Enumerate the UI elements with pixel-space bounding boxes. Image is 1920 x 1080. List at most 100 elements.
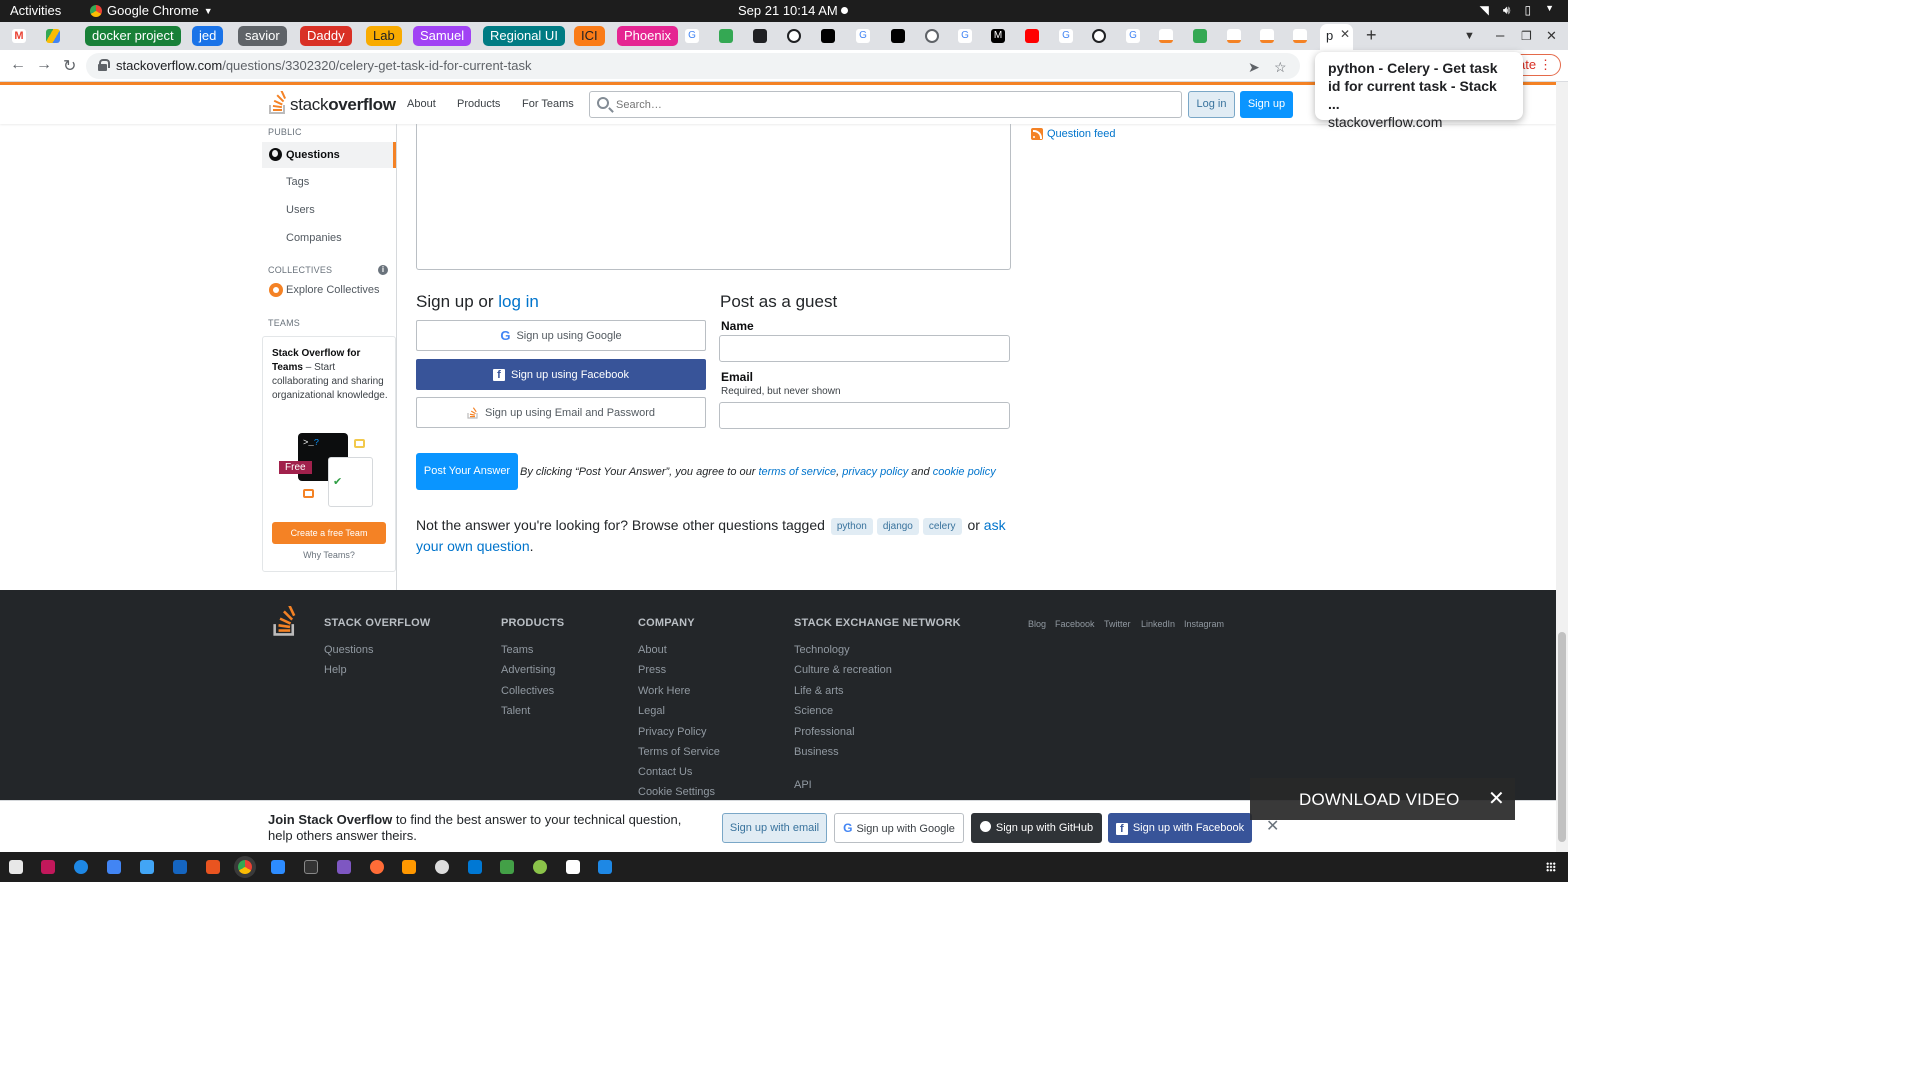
system-tray[interactable]: ◥ 🔊︎ ▯ ▼	[1480, 3, 1554, 18]
reload-icon[interactable]: ↻	[63, 56, 76, 76]
footer-link[interactable]: Privacy Policy	[638, 726, 706, 738]
url-text[interactable]: stackoverflow.com/questions/3302320/cele…	[116, 58, 531, 73]
signup-facebook-banner-button[interactable]: f Sign up with Facebook	[1108, 813, 1252, 843]
spreadsheet-icon[interactable]	[500, 860, 514, 874]
guest-email-input[interactable]	[719, 402, 1010, 429]
footer-social-facebook[interactable]: Facebook	[1055, 619, 1095, 629]
tab-group-ici[interactable]: ICI	[574, 26, 605, 46]
activities-button[interactable]: Activities	[10, 3, 61, 18]
sublime-icon[interactable]	[402, 860, 416, 874]
youtube-favicon[interactable]	[1025, 29, 1039, 43]
create-free-team-button[interactable]: Create a free Team	[272, 522, 386, 544]
footer-link[interactable]: Life & arts	[794, 685, 844, 697]
close-icon[interactable]: ✕	[1488, 786, 1505, 811]
tag-django[interactable]: django	[876, 518, 919, 535]
footer-link[interactable]: Work Here	[638, 685, 690, 697]
text-editor-icon[interactable]	[140, 860, 154, 874]
address-bar[interactable]: stackoverflow.com/questions/3302320/cele…	[86, 53, 1300, 79]
footer-link[interactable]: Collectives	[501, 685, 554, 697]
signup-email-banner-button[interactable]: Sign up with email	[722, 813, 827, 843]
zoom-icon[interactable]	[271, 860, 285, 874]
scrollbar-thumb[interactable]	[1558, 632, 1566, 842]
footer-social-twitter[interactable]: Twitter	[1104, 619, 1131, 629]
footer-link[interactable]: Talent	[501, 705, 530, 717]
gmail-favicon[interactable]: M	[12, 29, 26, 43]
signup-button[interactable]: Sign up	[1240, 91, 1293, 118]
signup-google-button[interactable]: G Sign up using Google	[416, 320, 706, 351]
signup-github-banner-button[interactable]: Sign up with GitHub	[971, 813, 1102, 843]
terminal-icon[interactable]	[304, 860, 318, 874]
software-center-icon[interactable]	[206, 860, 220, 874]
tab-favicon[interactable]	[719, 29, 733, 43]
new-tab-button[interactable]: +	[1366, 25, 1377, 46]
footer-link[interactable]: Legal	[638, 705, 665, 717]
footer-social-blog[interactable]: Blog	[1028, 619, 1046, 629]
tab-favicon[interactable]	[821, 29, 835, 43]
footer-heading-company[interactable]: COMPANY	[638, 617, 695, 629]
footer-link[interactable]: Professional	[794, 726, 855, 738]
footer-link[interactable]: About	[638, 644, 667, 656]
tag-celery[interactable]: celery	[922, 518, 962, 535]
login-link[interactable]: log in	[498, 292, 539, 311]
footer-heading-products[interactable]: PRODUCTS	[501, 617, 564, 629]
chrome-icon[interactable]	[238, 860, 252, 874]
tag-python[interactable]: python	[830, 518, 873, 535]
nav-about[interactable]: About	[407, 98, 436, 110]
app-icon[interactable]	[435, 860, 449, 874]
cookie-link[interactable]: cookie policy	[933, 466, 996, 478]
google-favicon[interactable]: G	[1059, 29, 1073, 43]
footer-link[interactable]: Business	[794, 746, 839, 758]
tab-group-regional-ui[interactable]: Regional UI	[483, 26, 565, 46]
app-icon[interactable]	[41, 860, 55, 874]
window-close-button[interactable]: ✕	[1546, 28, 1557, 44]
footer-link[interactable]: Press	[638, 664, 666, 676]
google-favicon[interactable]: G	[1126, 29, 1140, 43]
medium-favicon[interactable]: M	[991, 29, 1005, 43]
tab-search-icon[interactable]: ▼	[1464, 30, 1475, 42]
app-icon[interactable]	[566, 860, 580, 874]
tab-favicon[interactable]	[891, 29, 905, 43]
footer-link[interactable]: Advertising	[501, 664, 555, 676]
download-video-overlay[interactable]: DOWNLOAD VIDEO ✕	[1250, 778, 1515, 820]
stackoverflow-logo-icon[interactable]	[272, 606, 298, 637]
files-icon[interactable]	[9, 860, 23, 874]
footer-link[interactable]: Science	[794, 705, 833, 717]
privacy-link[interactable]: privacy policy	[842, 466, 908, 478]
tab-group-samuel[interactable]: Samuel	[413, 26, 472, 46]
footer-link[interactable]: Terms of Service	[638, 746, 720, 758]
answer-editor-preview[interactable]	[416, 124, 1011, 270]
forward-icon[interactable]: →	[36, 56, 52, 74]
tab-group-savior[interactable]: savior	[238, 26, 287, 46]
drive-favicon[interactable]	[46, 29, 60, 43]
restore-button[interactable]: ❐	[1521, 29, 1532, 43]
active-tab[interactable]: p ✕	[1320, 24, 1353, 50]
nav-products[interactable]: Products	[457, 98, 500, 110]
tab-favicon[interactable]	[753, 29, 767, 43]
stackoverflow-favicon[interactable]	[1293, 29, 1307, 43]
help-icon[interactable]	[74, 860, 88, 874]
sidebar-item-companies[interactable]: Companies	[286, 232, 342, 244]
minimize-button[interactable]: –	[1496, 27, 1504, 44]
tab-group-jed[interactable]: jed	[192, 26, 224, 46]
sidebar-item-questions[interactable]: Questions	[262, 142, 396, 168]
search-box[interactable]	[589, 91, 1182, 118]
stackoverflow-favicon[interactable]	[1260, 29, 1274, 43]
footer-link[interactable]: Technology	[794, 644, 850, 656]
search-input[interactable]	[616, 96, 1156, 114]
lock-icon[interactable]	[98, 59, 110, 71]
footer-heading-stackoverflow[interactable]: STACK OVERFLOW	[324, 617, 430, 629]
tab-favicon[interactable]	[925, 29, 939, 43]
footer-link[interactable]: API	[794, 779, 812, 791]
question-feed-link[interactable]: Question feed	[1031, 128, 1116, 140]
footer-link[interactable]: Contact Us	[638, 766, 692, 778]
stackoverflow-favicon[interactable]	[1227, 29, 1241, 43]
tab-favicon[interactable]	[1193, 29, 1207, 43]
clock[interactable]: Sep 21 10:14 AM	[738, 3, 838, 18]
tab-group-daddy[interactable]: Daddy	[300, 26, 352, 46]
bookmark-star-icon[interactable]: ☆	[1274, 59, 1287, 76]
terms-link[interactable]: terms of service	[758, 466, 836, 478]
footer-link[interactable]: Culture & recreation	[794, 664, 892, 676]
stackoverflow-logo[interactable]: stackoverflow	[268, 91, 396, 115]
footer-social-instagram[interactable]: Instagram	[1184, 619, 1224, 629]
stackoverflow-favicon[interactable]	[1159, 29, 1173, 43]
